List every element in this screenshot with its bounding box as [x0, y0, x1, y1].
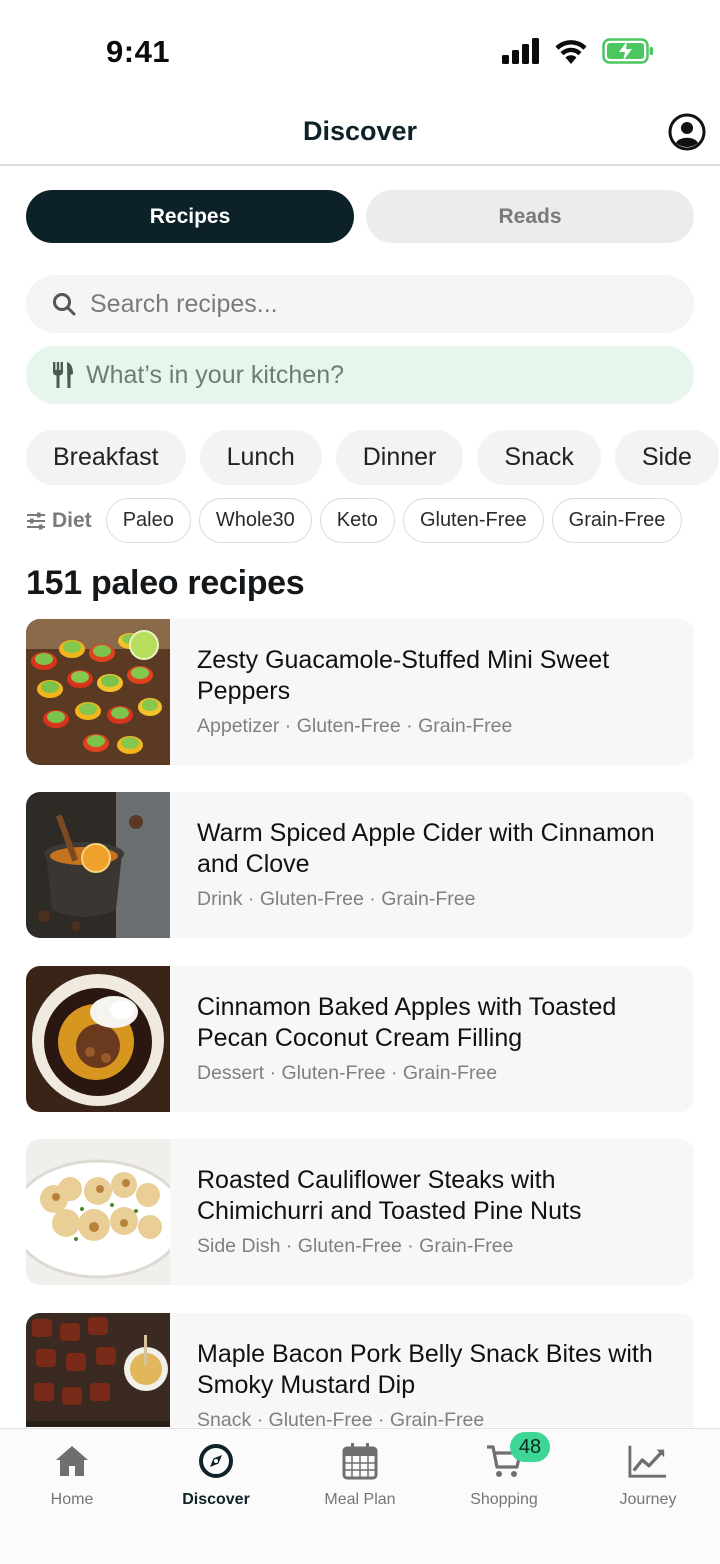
- page-title: Discover: [302, 116, 418, 146]
- search-input[interactable]: Search recipes...: [26, 275, 694, 333]
- kitchen-ingredients-input[interactable]: What’s in your kitchen?: [26, 346, 694, 404]
- results-count: 151 paleo recipes: [26, 564, 305, 602]
- tab-home[interactable]: Home: [0, 1441, 144, 1509]
- sliders-icon: [27, 512, 45, 529]
- recipe-meta: Snack · Gluten-Free · Grain-Free: [197, 1409, 485, 1427]
- profile-button[interactable]: [668, 113, 706, 151]
- battery-charging-icon: [602, 38, 653, 64]
- tab-journey[interactable]: Journey: [576, 1441, 720, 1509]
- status-time: 9:41: [106, 34, 171, 69]
- tab-discover-label: Discover: [182, 1491, 250, 1508]
- tab-recipes[interactable]: Recipes: [26, 190, 354, 243]
- recipe-image-cauliflower: [26, 1139, 170, 1285]
- diet-chip-grain-free[interactable]: Grain-Free: [551, 498, 683, 543]
- top-nav-bar: Discover: [0, 100, 720, 166]
- meal-chip-dinner[interactable]: Dinner: [335, 430, 464, 485]
- home-icon: [52, 1441, 92, 1481]
- shopping-count-badge: 48: [510, 1432, 550, 1462]
- diet-chip-gluten-free[interactable]: Gluten-Free: [402, 498, 544, 543]
- recipe-title: Maple Bacon Pork Belly Snack Bites with …: [197, 1340, 653, 1399]
- recipe-title: Warm Spiced Apple Cider with Cinnamon an…: [197, 819, 655, 878]
- recipe-image-stuffed-peppers: [26, 619, 170, 765]
- meal-chip-lunch[interactable]: Lunch: [199, 430, 322, 485]
- search-placeholder: Search recipes...: [90, 289, 278, 318]
- meal-type-filters: Breakfast Lunch Dinner Snack Side: [26, 430, 719, 485]
- recipe-card[interactable]: Warm Spiced Apple Cider with Cinnamon an…: [26, 792, 694, 938]
- recipe-title: Cinnamon Baked Apples with Toasted Pecan…: [197, 993, 617, 1052]
- tab-meal-plan[interactable]: Meal Plan: [288, 1441, 432, 1509]
- user-profile-icon: [668, 113, 706, 151]
- tab-discover[interactable]: Discover: [144, 1441, 288, 1509]
- diet-label: Diet: [52, 508, 92, 532]
- recipe-card[interactable]: Cinnamon Baked Apples with Toasted Pecan…: [26, 966, 694, 1112]
- meal-chip-side[interactable]: Side: [614, 430, 719, 485]
- tab-reads[interactable]: Reads: [366, 190, 694, 243]
- search-icon: [53, 293, 76, 316]
- diet-filters: Diet Paleo Whole30 Keto Gluten-Free Grai…: [26, 498, 683, 543]
- recipe-meta: Side Dish · Gluten-Free · Grain-Free: [197, 1235, 514, 1257]
- recipe-title: Roasted Cauliflower Steaks with Chimichu…: [197, 1166, 582, 1225]
- kitchen-placeholder: What’s in your kitchen?: [86, 360, 344, 389]
- recipe-image-pork-belly: [26, 1313, 170, 1427]
- recipe-image-baked-apple: [26, 966, 170, 1112]
- diet-filter-button[interactable]: Diet: [26, 509, 92, 533]
- tab-shopping[interactable]: 48 Shopping: [432, 1432, 576, 1509]
- calendar-icon: [340, 1441, 380, 1481]
- tab-shopping-label: Shopping: [470, 1491, 538, 1508]
- chart-icon: [628, 1441, 668, 1481]
- recipe-image-apple-cider: [26, 792, 170, 938]
- recipe-meta: Drink · Gluten-Free · Grain-Free: [197, 888, 476, 910]
- fork-knife-icon: [53, 362, 73, 388]
- tab-meal-plan-label: Meal Plan: [324, 1491, 396, 1508]
- recipe-meta: Appetizer · Gluten-Free · Grain-Free: [197, 715, 513, 737]
- status-icons: [502, 38, 654, 64]
- cellular-signal-icon: [502, 38, 539, 64]
- diet-chip-whole30[interactable]: Whole30: [198, 498, 312, 543]
- recipe-title: Zesty Guacamole-Stuffed Mini Sweet Peppe…: [197, 646, 610, 705]
- compass-icon: [196, 1441, 236, 1481]
- diet-chip-paleo[interactable]: Paleo: [105, 498, 191, 543]
- recipe-meta: Dessert · Gluten-Free · Grain-Free: [197, 1062, 498, 1084]
- recipe-card[interactable]: Zesty Guacamole-Stuffed Mini Sweet Peppe…: [26, 619, 694, 765]
- tab-journey-label: Journey: [619, 1491, 677, 1508]
- wifi-icon: [555, 40, 587, 64]
- status-bar: 9:41: [0, 0, 720, 100]
- meal-chip-breakfast[interactable]: Breakfast: [26, 430, 186, 485]
- meal-chip-snack[interactable]: Snack: [477, 430, 601, 485]
- diet-chip-keto[interactable]: Keto: [319, 498, 395, 543]
- recipe-card[interactable]: Roasted Cauliflower Steaks with Chimichu…: [26, 1139, 694, 1285]
- recipe-list: Zesty Guacamole-Stuffed Mini Sweet Peppe…: [26, 619, 694, 1427]
- recipe-card[interactable]: Maple Bacon Pork Belly Snack Bites with …: [26, 1313, 694, 1427]
- bottom-tab-bar: Home Discover Meal Plan 48 Shopping Jour…: [0, 1428, 720, 1564]
- tab-home-label: Home: [50, 1491, 94, 1508]
